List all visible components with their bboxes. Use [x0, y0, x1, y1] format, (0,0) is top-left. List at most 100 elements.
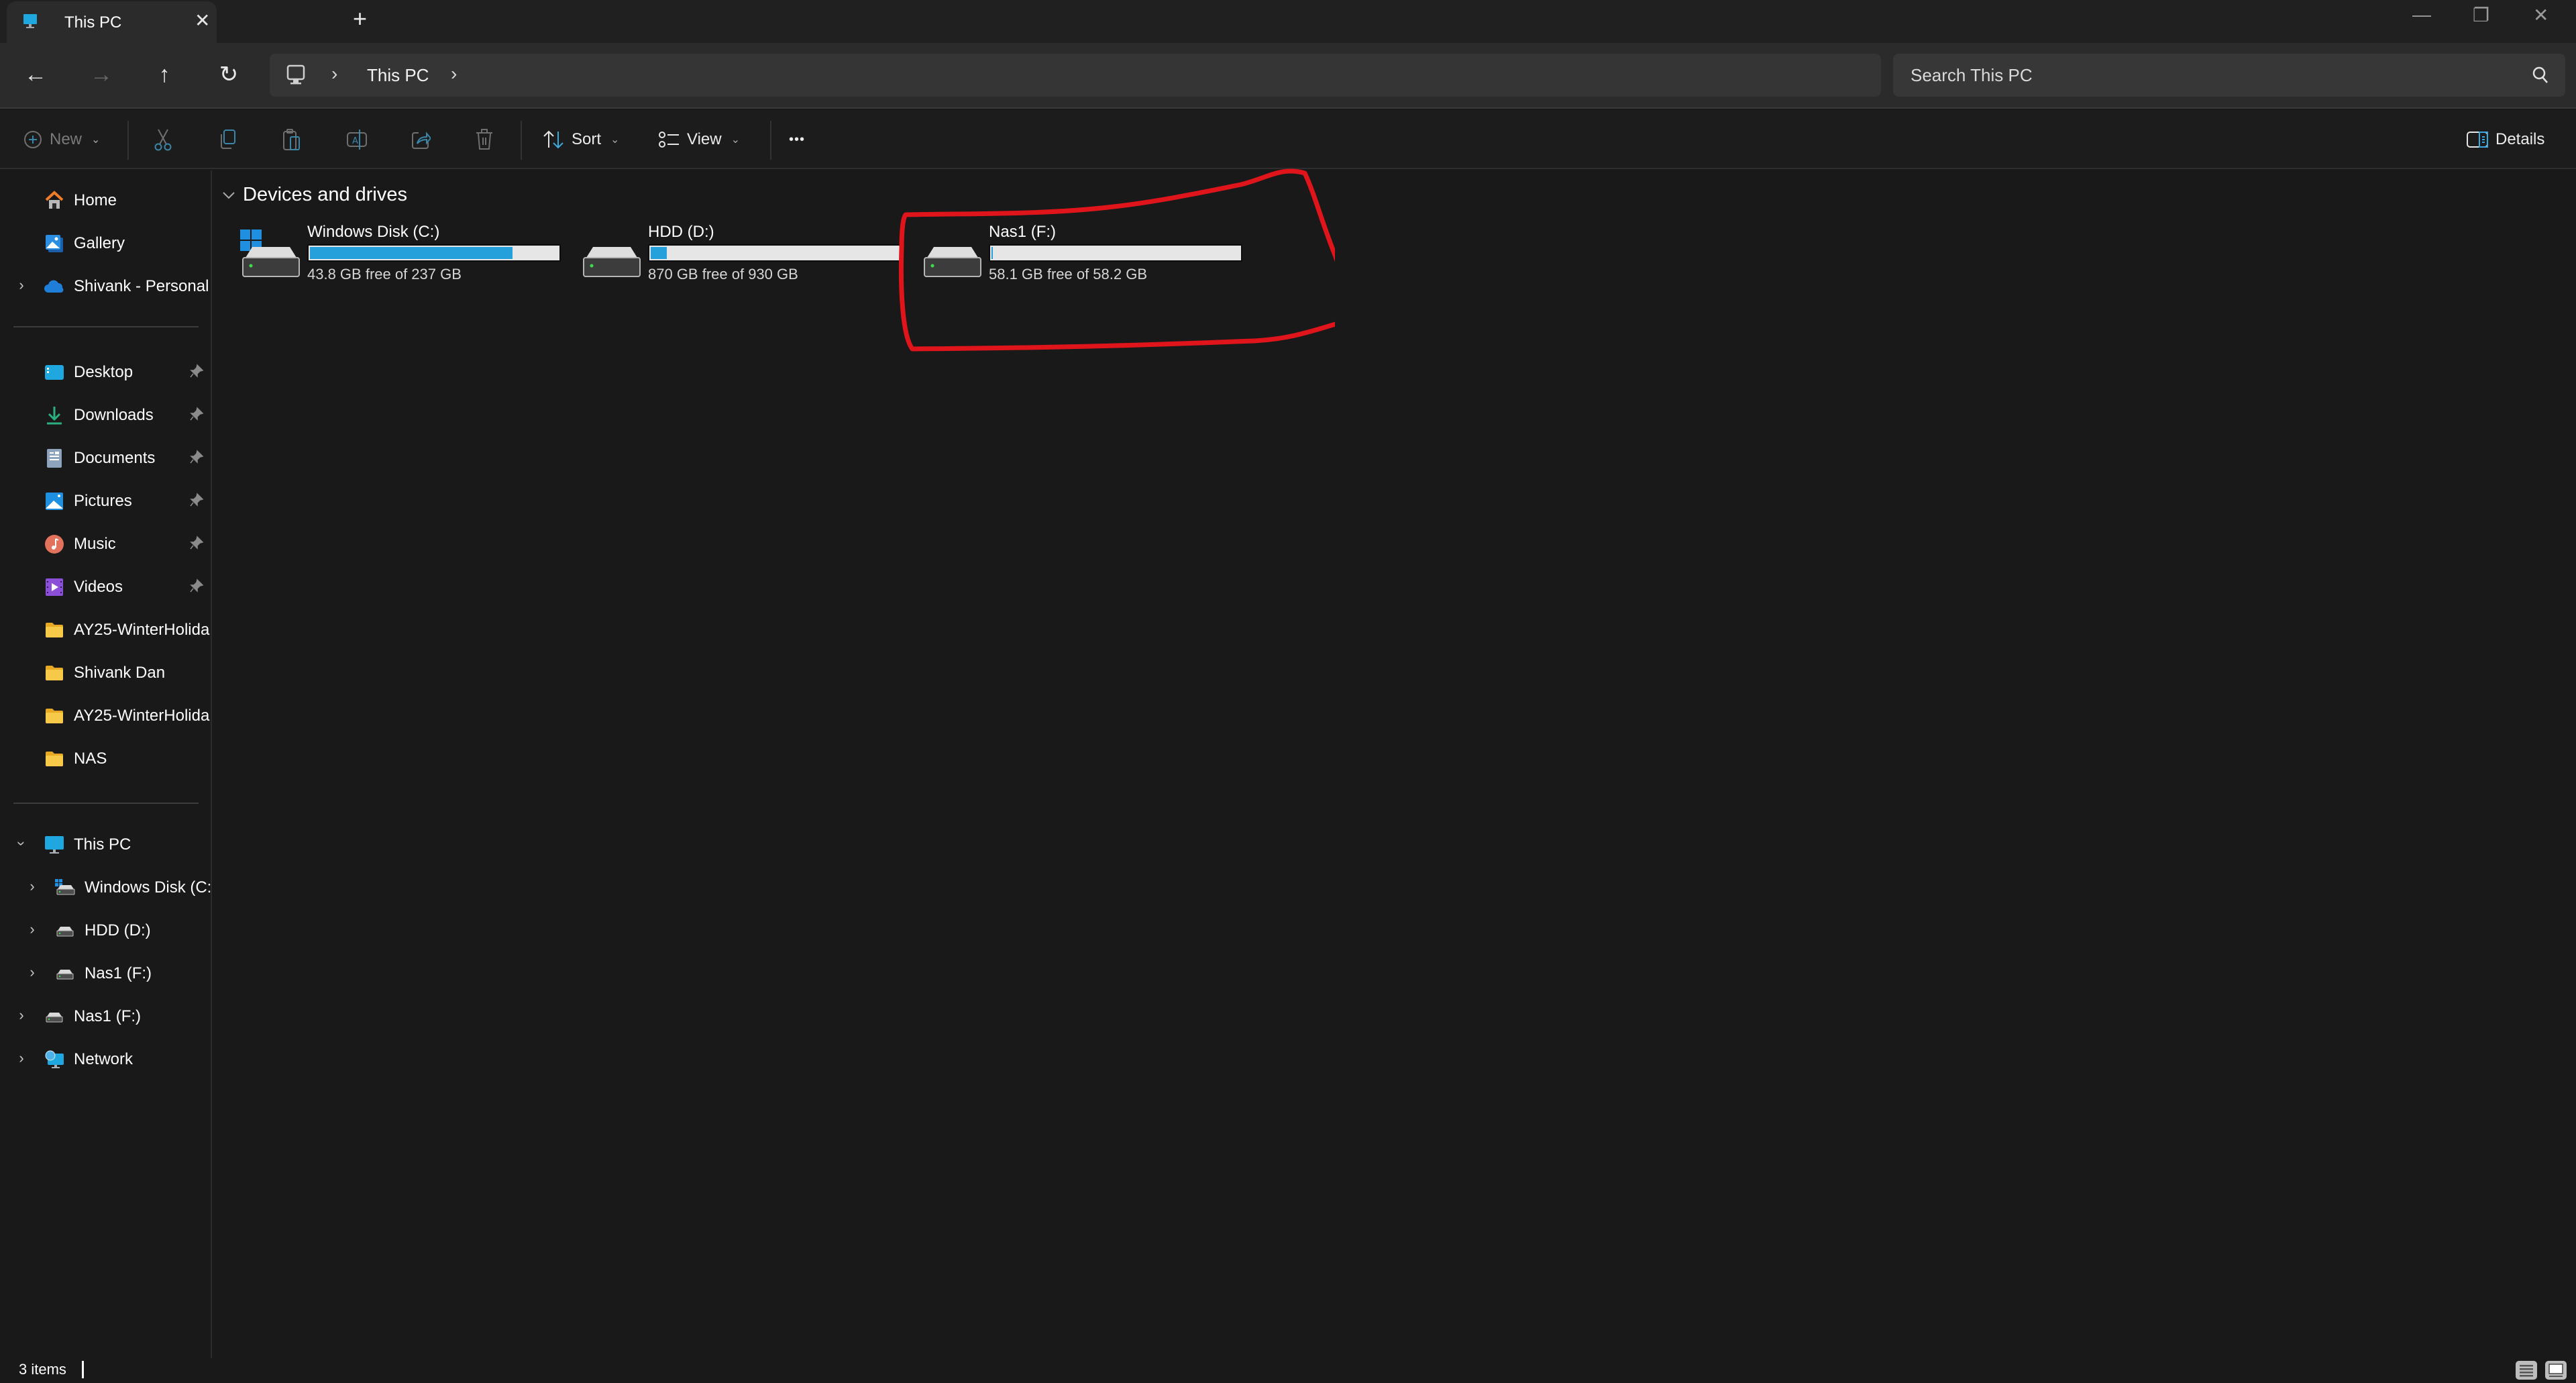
scissors-icon	[154, 129, 172, 151]
sidebar-item-this-pc[interactable]: › This PC	[0, 825, 211, 863]
paste-button[interactable]	[282, 125, 302, 154]
group-title: Devices and drives	[243, 184, 407, 205]
search-input[interactable]	[1911, 54, 2514, 97]
back-button[interactable]: ←	[19, 58, 52, 91]
sidebar-item-gallery[interactable]: Gallery	[0, 224, 211, 262]
tiles-view-toggle[interactable]	[2545, 1361, 2567, 1380]
new-button[interactable]: New ⌄	[23, 125, 100, 154]
close-window-button[interactable]: ✕	[2533, 4, 2548, 26]
sidebar-item-desktop[interactable]: Desktop	[0, 353, 211, 391]
tab-this-pc[interactable]: This PC ✕	[7, 1, 217, 43]
drive-icon	[924, 247, 981, 277]
address-bar[interactable]: › This PC ›	[270, 54, 1881, 97]
sidebar-item-folder[interactable]: AY25-WinterHolida	[0, 697, 211, 734]
rename-button[interactable]: A	[346, 125, 368, 154]
search-icon[interactable]	[2532, 66, 2549, 85]
sidebar-item-label: Shivank Dan	[74, 664, 166, 682]
sidebar-item-music[interactable]: Music	[0, 525, 211, 562]
title-bar: This PC ✕ + — ❐ ✕	[0, 0, 2576, 43]
sidebar-item-documents[interactable]: Documents	[0, 439, 211, 476]
view-icon	[659, 132, 679, 148]
monitor-icon	[286, 64, 305, 85]
cut-button[interactable]	[153, 125, 173, 154]
pin-icon[interactable]	[189, 364, 204, 378]
new-tab-button[interactable]: +	[353, 7, 367, 31]
sidebar-item-downloads[interactable]: Downloads	[0, 396, 211, 433]
sidebar-item-label: Downloads	[74, 406, 154, 424]
sidebar-item-label: Home	[74, 191, 117, 209]
more-icon: •••	[789, 132, 806, 147]
chevron-down-icon[interactable]: ›	[13, 837, 30, 850]
details-pane-button[interactable]: Details	[2466, 125, 2544, 154]
view-button[interactable]: View ⌄	[657, 125, 740, 154]
sidebar-item-network[interactable]: › Network	[0, 1040, 211, 1078]
delete-button[interactable]	[475, 125, 494, 154]
chevron-right-icon[interactable]: ›	[25, 921, 39, 938]
sidebar-item-folder[interactable]: Shivank Dan	[0, 654, 211, 691]
details-view-toggle[interactable]	[2516, 1361, 2537, 1380]
sidebar-item-pictures[interactable]: Pictures	[0, 482, 211, 519]
sidebar-item-onedrive[interactable]: › Shivank - Personal	[0, 267, 211, 305]
sidebar-item-nas-folder[interactable]: NAS	[0, 739, 211, 777]
pin-icon[interactable]	[189, 578, 204, 593]
chevron-right-icon[interactable]: ›	[25, 964, 39, 981]
windows-drive-icon	[55, 879, 75, 895]
group-header-devices-and-drives[interactable]: Devices and drives	[221, 184, 407, 206]
sort-label: Sort	[572, 130, 602, 148]
sort-button[interactable]: Sort ⌄	[542, 125, 619, 154]
trash-icon	[476, 129, 492, 150]
sidebar-item-hdd-d[interactable]: › HDD (D:)	[0, 911, 211, 949]
monitor-icon	[45, 836, 64, 854]
divider	[770, 121, 771, 160]
drive-free-space: 43.8 GB free of 237 GB	[307, 266, 462, 283]
sidebar-item-videos[interactable]: Videos	[0, 568, 211, 605]
close-tab-icon[interactable]: ✕	[195, 9, 210, 32]
sidebar-item-nas1-f-root[interactable]: › Nas1 (F:)	[0, 997, 211, 1035]
list-view-icon	[2520, 1365, 2533, 1377]
pin-icon[interactable]	[189, 407, 204, 421]
share-button[interactable]	[411, 125, 431, 154]
drive-free-space: 870 GB free of 930 GB	[648, 266, 798, 283]
sidebar-item-windows-disk[interactable]: › Windows Disk (C:)	[0, 868, 211, 906]
sidebar-item-folder[interactable]: AY25-WinterHolida	[0, 611, 211, 648]
sidebar-item-label: Nas1 (F:)	[85, 964, 152, 982]
pin-icon[interactable]	[189, 493, 204, 507]
sidebar-item-label: Windows Disk (C:)	[85, 878, 211, 897]
large-icons-view-icon	[2548, 1364, 2563, 1377]
gallery-icon	[46, 235, 63, 252]
drive-item-c[interactable]: Windows Disk (C:) 43.8 GB free of 237 GB	[240, 217, 576, 291]
breadcrumb-chevron-icon[interactable]: ›	[451, 63, 457, 85]
pin-icon[interactable]	[189, 450, 204, 464]
chevron-down-icon[interactable]	[221, 188, 236, 203]
chevron-down-icon: ⌄	[610, 134, 620, 146]
breadcrumb-chevron-icon[interactable]: ›	[331, 63, 337, 85]
sidebar-item-label: Videos	[74, 578, 123, 596]
drive-icon	[583, 247, 641, 277]
details-pane-icon	[2467, 132, 2488, 148]
sidebar-item-home[interactable]: Home	[0, 181, 211, 219]
up-button[interactable]: ↑	[148, 58, 181, 91]
chevron-right-icon[interactable]: ›	[25, 878, 39, 895]
new-label: New	[50, 130, 83, 148]
drive-item-f[interactable]: Nas1 (F:) 58.1 GB free of 58.2 GB	[922, 217, 1257, 291]
pin-icon[interactable]	[189, 535, 204, 550]
drive-free-space: 58.1 GB free of 58.2 GB	[989, 266, 1148, 283]
copy-button[interactable]	[217, 125, 237, 154]
sidebar-item-label: Desktop	[74, 363, 133, 381]
refresh-button[interactable]: ↻	[212, 58, 246, 91]
chevron-right-icon[interactable]: ›	[15, 1049, 28, 1067]
minimize-button[interactable]: —	[2412, 4, 2431, 25]
sidebar-item-label: Nas1 (F:)	[74, 1007, 142, 1025]
drive-item-d[interactable]: HDD (D:) 870 GB free of 930 GB	[581, 217, 916, 291]
more-options-button[interactable]: •••	[789, 125, 805, 154]
chevron-right-icon[interactable]: ›	[15, 1007, 28, 1024]
chevron-right-icon[interactable]: ›	[15, 276, 28, 294]
divider	[13, 803, 199, 804]
forward-button[interactable]: →	[85, 58, 118, 91]
breadcrumb-this-pc[interactable]: This PC	[367, 65, 429, 86]
sidebar-item-label: This PC	[74, 835, 131, 854]
search-box[interactable]	[1893, 54, 2565, 97]
restore-button[interactable]: ❐	[2473, 4, 2489, 26]
sidebar-item-label: NAS	[74, 750, 107, 768]
sidebar-item-nas1-f[interactable]: › Nas1 (F:)	[0, 954, 211, 992]
